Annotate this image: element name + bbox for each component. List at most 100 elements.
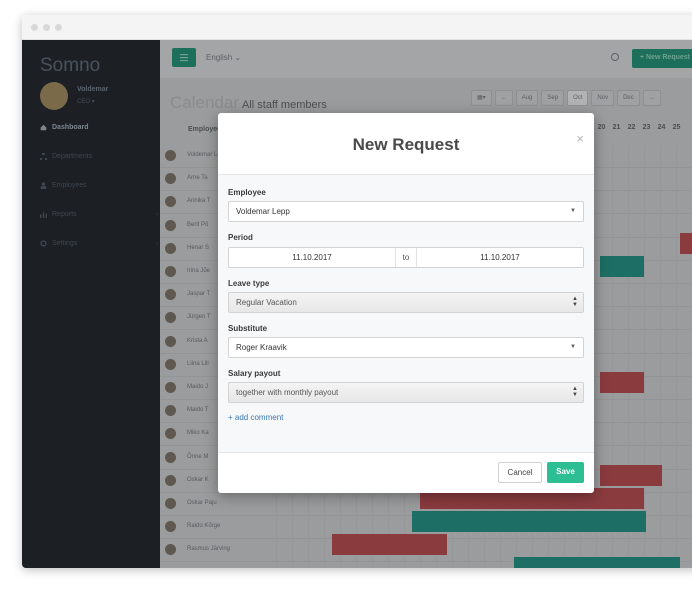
leave-type-label: Leave type: [228, 279, 270, 288]
leave-type-value: Regular Vacation: [236, 298, 297, 307]
employee-name: Raido Kõrge: [187, 523, 221, 530]
substitute-select[interactable]: Roger Kraavik ▼: [228, 337, 584, 358]
employee-name: Miko Ka: [187, 430, 209, 437]
month-button[interactable]: Sep: [541, 90, 565, 106]
avatar: [165, 335, 176, 347]
menu-toggle-button[interactable]: [172, 48, 196, 67]
language-select[interactable]: English ⌄: [206, 53, 241, 62]
chevron-right-icon: ›: [156, 211, 158, 218]
avatar: [165, 358, 176, 370]
employee-name: Maido J: [187, 384, 209, 390]
avatar: [165, 451, 176, 463]
new-request-button[interactable]: + New Request: [632, 49, 692, 68]
close-icon[interactable]: ×: [576, 131, 584, 146]
window-titlebar: [22, 15, 692, 40]
new-request-modal: New Request × Employee Voldemar Lepp ▼ P…: [218, 113, 594, 493]
topbar: English ⌄ + New Request: [160, 40, 692, 78]
sidebar: Somno Voldemar CEO ▾ Dashboard Departmen…: [22, 40, 160, 568]
leave-bar[interactable]: [600, 465, 662, 486]
avatar: [165, 405, 176, 417]
salary-payout-value: together with monthly payout: [236, 388, 339, 397]
employee-name: Liina Lill: [187, 360, 209, 367]
sidebar-item-reports[interactable]: Reports ›: [40, 211, 158, 218]
month-navigation: ▦▾ ← Aug Sep Oct Nov Dec →: [471, 90, 661, 106]
calendar-subtitle: All staff members: [242, 99, 327, 111]
salary-payout-select[interactable]: together with monthly payout ▲ ▼: [228, 382, 584, 403]
sidebar-item-settings[interactable]: Settings ›: [40, 240, 158, 247]
avatar: [165, 242, 176, 254]
employee-name: Henar S: [187, 244, 210, 251]
next-month-button[interactable]: →: [642, 90, 661, 106]
gear-icon: [40, 240, 47, 247]
employee-name: Berit Põ: [187, 221, 209, 228]
day-number: 23: [642, 124, 651, 131]
caret-down-icon: ▼: [570, 208, 576, 214]
employee-select[interactable]: Voldemar Lepp ▼: [228, 201, 584, 222]
leave-bar[interactable]: [680, 233, 692, 254]
period-to-separator: to: [395, 248, 417, 267]
period-from-input[interactable]: 11.10.2017: [229, 248, 395, 267]
employee-label: Employee: [228, 188, 266, 197]
month-button[interactable]: Aug: [515, 90, 539, 106]
settings-gear-icon[interactable]: [611, 53, 619, 61]
leave-bar[interactable]: [600, 372, 644, 393]
sidebar-item-label: Settings: [52, 240, 78, 247]
substitute-value: Roger Kraavik: [236, 343, 287, 352]
day-numbers: 20 21 22 23 24 25: [594, 124, 684, 131]
day-number: 20: [597, 124, 606, 131]
employee-name: Õnne M: [187, 453, 209, 460]
sitemap-icon: [40, 153, 47, 160]
user-icon: [40, 182, 47, 189]
employee-select-value: Voldemar Lepp: [236, 207, 290, 216]
user-role-dropdown[interactable]: CEO ▾: [77, 98, 95, 105]
employee-column-header: Employee: [188, 126, 222, 133]
hamburger-icon: [180, 54, 188, 62]
modal-body: Employee Voldemar Lepp ▼ Period 11.10.20…: [218, 175, 594, 453]
month-button[interactable]: Dec: [617, 90, 640, 106]
user-avatar[interactable]: [40, 82, 68, 110]
window-close-dot[interactable]: [31, 24, 38, 31]
sidebar-item-label: Employees: [52, 182, 87, 189]
modal-title: New Request: [352, 135, 460, 154]
substitute-label: Substitute: [228, 324, 268, 333]
leave-bar[interactable]: [600, 256, 644, 277]
avatar: [165, 150, 176, 161]
add-comment-link[interactable]: + add comment: [228, 413, 283, 422]
employee-name: Jaspar T: [187, 291, 211, 298]
period-range: 11.10.2017 to 11.10.2017: [228, 247, 584, 268]
calendar-title: Calendar All staff members: [170, 93, 327, 113]
window-minimize-dot[interactable]: [43, 24, 50, 31]
day-number: 24: [657, 124, 666, 131]
chart-icon: [40, 212, 47, 218]
employee-name: Irina Jõe: [187, 268, 211, 274]
prev-month-button[interactable]: ←: [494, 90, 513, 106]
cancel-button[interactable]: Cancel: [498, 462, 542, 483]
chevron-right-icon: ›: [156, 240, 158, 247]
leave-bar[interactable]: [332, 534, 447, 555]
leave-bar[interactable]: [412, 511, 646, 532]
avatar: [165, 382, 176, 393]
avatar: [165, 266, 176, 277]
sidebar-item-label: Departments: [52, 153, 93, 160]
month-button-active[interactable]: Oct: [567, 90, 589, 106]
avatar: [165, 544, 176, 556]
day-number: 25: [672, 124, 681, 131]
brand-logo: Somno: [40, 55, 101, 76]
employee-name: Rasmus Järving: [187, 546, 231, 553]
sidebar-item-employees[interactable]: Employees: [40, 182, 150, 189]
updown-arrows-icon: ▲ ▼: [572, 386, 578, 398]
employee-name: Oskar Paju: [187, 500, 217, 506]
sidebar-item-departments[interactable]: Departments: [40, 153, 150, 160]
leave-bar[interactable]: [514, 557, 680, 568]
calendar-view-icon[interactable]: ▦▾: [471, 90, 492, 106]
window-maximize-dot[interactable]: [55, 24, 62, 31]
sidebar-item-dashboard[interactable]: Dashboard: [40, 124, 150, 131]
period-to-input[interactable]: 11.10.2017: [417, 248, 583, 267]
avatar: [165, 521, 176, 533]
month-button[interactable]: Nov: [591, 90, 615, 106]
calendar-title-text: Calendar: [170, 93, 239, 112]
leave-type-select[interactable]: Regular Vacation ▲ ▼: [228, 292, 584, 313]
employee-name: Arne Ta: [187, 175, 208, 182]
save-button[interactable]: Save: [547, 462, 584, 483]
employee-name: Oskar K: [187, 476, 209, 483]
